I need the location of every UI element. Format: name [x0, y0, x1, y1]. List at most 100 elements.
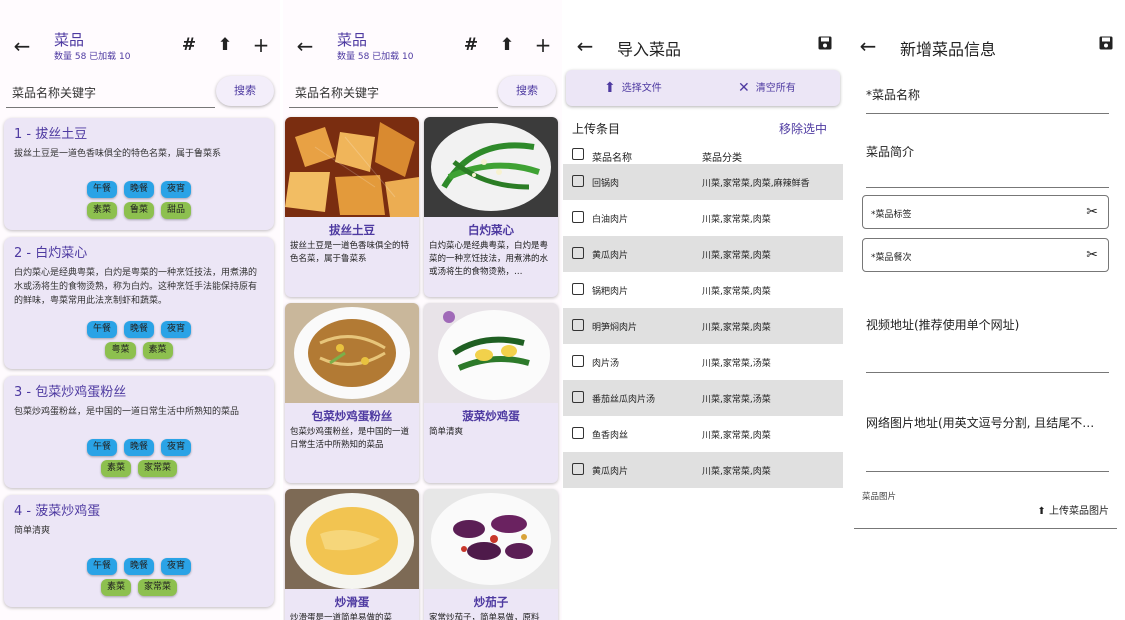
- table-row[interactable]: 回锅肉 川菜,家常菜,肉菜,麻辣鲜香: [563, 164, 843, 200]
- table-row[interactable]: 鱼香肉丝 川菜,家常菜,肉菜: [563, 416, 843, 452]
- table-row[interactable]: 明笋焖肉片 川菜,家常菜,肉菜: [563, 308, 843, 344]
- table-header: 菜品名称 菜品分类: [563, 144, 843, 164]
- save-icon[interactable]: [1094, 33, 1118, 57]
- select-file-button[interactable]: ⬆ 选择文件: [604, 70, 662, 106]
- upload-icon[interactable]: ⬆: [213, 33, 237, 57]
- save-icon[interactable]: [813, 33, 837, 57]
- tag-group: 午餐 晚餐 夜宵 素菜 鲁菜 甜品: [4, 181, 274, 223]
- tag-group: 午餐 晚餐 夜宵 素菜 家常菜: [4, 439, 274, 481]
- column-header-category: 菜品分类: [702, 153, 742, 164]
- tag-group: 午餐 晚餐 夜宵 粤菜 素菜: [4, 321, 274, 363]
- table-row[interactable]: 番茄丝瓜肉片汤 川菜,家常菜,汤菜: [563, 380, 843, 416]
- row-checkbox[interactable]: [572, 391, 584, 403]
- table-row[interactable]: 锅粑肉片 川菜,家常菜,肉菜: [563, 272, 843, 308]
- grid-item[interactable]: 炒滑蛋 炒滑蛋是一道简单易做的菜: [285, 489, 419, 620]
- upload-items-label: 上传条目: [572, 122, 621, 136]
- dish-name-field[interactable]: *菜品名称: [866, 86, 1109, 114]
- grid-item[interactable]: 炒茄子 家常炒茄子，简单易做，原料: [424, 489, 558, 620]
- app-bar: ← 菜品 数量 58 已加载 10 # ⬆ +: [0, 24, 280, 68]
- tag-category[interactable]: 粤菜: [105, 342, 136, 359]
- tag-supper[interactable]: 夜宵: [161, 558, 192, 575]
- table-row[interactable]: 白油肉片 川菜,家常菜,肉菜: [563, 200, 843, 236]
- list-item[interactable]: 1 - 拔丝土豆 拔丝土豆是一道色香味俱全的特色名菜，属于鲁菜系 午餐 晚餐 夜…: [4, 118, 274, 230]
- image-url-field[interactable]: 网络图片地址(用英文逗号分割, 且结尾不…: [866, 414, 1109, 472]
- table-row[interactable]: 黄瓜肉片 川菜,家常菜,肉菜: [563, 452, 843, 488]
- upload-icon: ⬆: [1037, 506, 1046, 517]
- video-url-field[interactable]: 视频地址(推荐使用单个网址): [866, 316, 1109, 373]
- select-all-checkbox[interactable]: [572, 148, 584, 160]
- hash-icon[interactable]: #: [459, 33, 483, 57]
- list-item[interactable]: 2 - 白灼菜心 白灼菜心是经典粤菜，白灼是粤菜的一种烹饪技法，用煮沸的水或汤将…: [4, 237, 274, 369]
- row-checkbox[interactable]: [572, 427, 584, 439]
- row-checkbox[interactable]: [572, 463, 584, 475]
- tag-lunch[interactable]: 午餐: [86, 181, 117, 198]
- grid-item[interactable]: 菠菜炒鸡蛋 简单清爽: [424, 303, 558, 483]
- row-checkbox[interactable]: [572, 283, 584, 295]
- tag-supper[interactable]: 夜宵: [161, 439, 192, 456]
- clear-all-button[interactable]: ✕ 清空所有: [738, 70, 796, 106]
- row-checkbox[interactable]: [572, 175, 584, 187]
- dish-title: 1 - 拔丝土豆: [14, 127, 88, 142]
- back-arrow-icon[interactable]: ←: [573, 34, 597, 58]
- grid-item[interactable]: 白灼菜心 白灼菜心是经典粤菜，白灼是粤菜的一种烹饪技法，用煮沸的水或汤将生的食物…: [424, 117, 558, 297]
- page-title: 菜品: [337, 31, 368, 49]
- dish-photo: [424, 117, 558, 217]
- search-button[interactable]: 搜索: [216, 76, 274, 106]
- tag-category[interactable]: 家常菜: [138, 460, 178, 477]
- dish-photo: [285, 117, 419, 217]
- row-checkbox[interactable]: [572, 211, 584, 223]
- table-row[interactable]: 黄瓜肉片 川菜,家常菜,肉菜: [563, 236, 843, 272]
- dish-tags-field[interactable]: *菜品标签 ✂: [862, 195, 1109, 229]
- tag-lunch[interactable]: 午餐: [86, 439, 117, 456]
- tag-category[interactable]: 素菜: [100, 579, 131, 596]
- upload-image-button[interactable]: ⬆ 上传菜品图片: [1037, 502, 1109, 517]
- tag-lunch[interactable]: 午餐: [86, 558, 117, 575]
- hash-icon[interactable]: #: [177, 33, 201, 57]
- tag-dinner[interactable]: 晚餐: [123, 439, 154, 456]
- dish-desc: 家常炒茄子，简单易做，原料: [429, 613, 540, 620]
- back-arrow-icon[interactable]: ←: [856, 34, 880, 58]
- tag-dinner[interactable]: 晚餐: [123, 321, 154, 338]
- grid-item[interactable]: 包菜炒鸡蛋粉丝 包菜炒鸡蛋粉丝，是中国的一道日常生活中所熟知的菜品: [285, 303, 419, 483]
- remove-selected-button[interactable]: 移除选中: [779, 120, 827, 137]
- tag-category[interactable]: 鲁菜: [123, 202, 154, 219]
- tag-lunch[interactable]: 午餐: [86, 321, 117, 338]
- back-arrow-icon[interactable]: ←: [10, 34, 34, 58]
- tag-dinner[interactable]: 晚餐: [123, 181, 154, 198]
- dish-meal-field[interactable]: *菜品餐次 ✂: [862, 238, 1109, 272]
- utensils-icon[interactable]: ✂: [1086, 204, 1098, 220]
- upload-icon: ⬆: [604, 80, 616, 96]
- tag-category[interactable]: 素菜: [100, 460, 131, 477]
- back-arrow-icon[interactable]: ←: [293, 34, 317, 58]
- add-icon[interactable]: +: [531, 33, 555, 57]
- list-item[interactable]: 4 - 菠菜炒鸡蛋 简单清爽 午餐 晚餐 夜宵 素菜 家常菜: [4, 495, 274, 607]
- tag-supper[interactable]: 夜宵: [161, 321, 192, 338]
- list-item[interactable]: 3 - 包菜炒鸡蛋粉丝 包菜炒鸡蛋粉丝，是中国的一道日常生活中所熟知的菜品 午餐…: [4, 376, 274, 488]
- search-button[interactable]: 搜索: [498, 76, 556, 106]
- table-row[interactable]: 肉片汤 川菜,家常菜,汤菜: [563, 344, 843, 380]
- tag-category[interactable]: 素菜: [86, 202, 117, 219]
- dish-desc: 白灼菜心是经典粤菜，白灼是粤菜的一种烹饪技法，用煮沸的水或汤将生的食物烫熟，…: [429, 241, 549, 277]
- utensils-icon[interactable]: ✂: [1086, 247, 1098, 263]
- dish-name: 炒茄子: [473, 595, 509, 609]
- add-icon[interactable]: +: [249, 33, 273, 57]
- upload-icon[interactable]: ⬆: [495, 33, 519, 57]
- tag-supper[interactable]: 夜宵: [161, 181, 192, 198]
- search-input[interactable]: 菜品名称关键字: [289, 76, 498, 108]
- row-checkbox[interactable]: [572, 355, 584, 367]
- dish-image-label: 菜品图片: [862, 492, 897, 502]
- dish-name: 炒滑蛋: [334, 595, 370, 609]
- tag-category[interactable]: 甜品: [161, 202, 192, 219]
- dish-intro-field[interactable]: 菜品简介: [866, 143, 1109, 188]
- dish-desc: 炒滑蛋是一道简单易做的菜: [290, 613, 393, 620]
- dish-photo: [285, 489, 419, 589]
- row-checkbox[interactable]: [572, 319, 584, 331]
- tag-dinner[interactable]: 晚餐: [123, 558, 154, 575]
- divider: [854, 528, 1117, 529]
- grid-item[interactable]: 拔丝土豆 拔丝土豆是一道色香味俱全的特色名菜，属于鲁菜系: [285, 117, 419, 297]
- tag-category[interactable]: 素菜: [142, 342, 173, 359]
- tag-category[interactable]: 家常菜: [138, 579, 178, 596]
- search-input[interactable]: 菜品名称关键字: [6, 76, 215, 108]
- dish-title: 4 - 菠菜炒鸡蛋: [14, 504, 101, 519]
- row-checkbox[interactable]: [572, 247, 584, 259]
